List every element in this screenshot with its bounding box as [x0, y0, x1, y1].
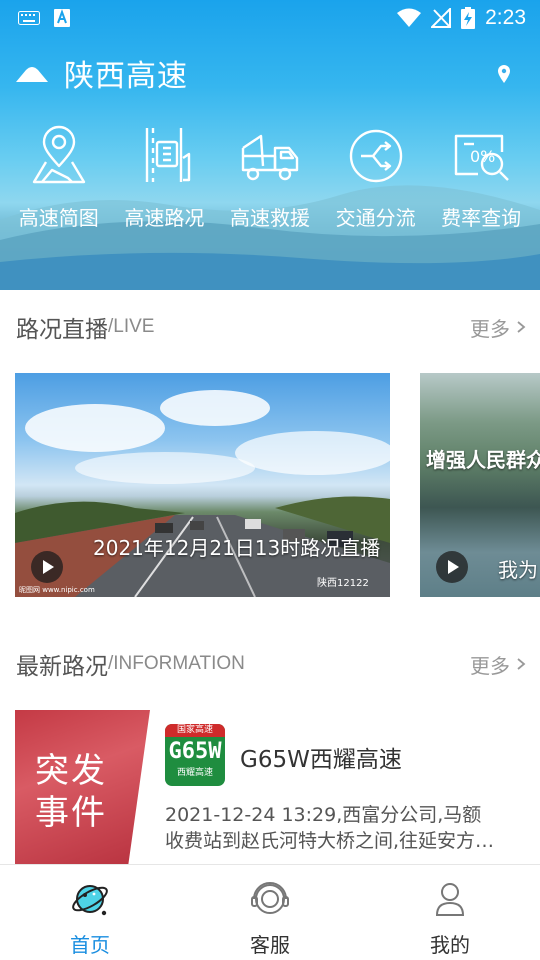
- chevron-right-icon: [517, 658, 526, 670]
- location-pin-icon[interactable]: [496, 64, 512, 84]
- app-title: 陕西高速: [64, 59, 188, 94]
- live-card-title: 2021年12月21日13时路况直播: [93, 536, 381, 560]
- chevron-right-icon: [517, 321, 526, 333]
- info-item-description: 2021-12-24 13:29,西富分公司,马额 收费站到赵氏河特大桥之间,往…: [165, 802, 530, 854]
- quick-action-highway-map[interactable]: 高速简图: [6, 122, 112, 231]
- battery-charging-icon: [461, 7, 476, 29]
- tab-home-label: 首页: [70, 933, 110, 957]
- tow-truck-icon: [241, 134, 299, 181]
- info-more-link[interactable]: 更多: [470, 650, 526, 679]
- info-section-title: 最新路况: [16, 654, 108, 680]
- tab-profile[interactable]: 我的: [360, 865, 540, 960]
- quick-action-label: 高速简图: [18, 206, 99, 230]
- title-bar: 陕西高速: [0, 50, 540, 96]
- incident-thumbnail: 突发事件: [15, 710, 150, 864]
- watermark-right: 陕西12122: [317, 578, 369, 589]
- text-a-icon: [54, 9, 70, 27]
- live-video-card[interactable]: 2021年12月21日13时路况直播 昵图网 www.nipic.com 陕西1…: [15, 373, 390, 597]
- wifi-icon: [397, 8, 422, 27]
- cloud-icon: [16, 67, 48, 82]
- quick-action-label: 交通分流: [335, 206, 416, 230]
- bottom-navigation: 首页 客服 我的: [0, 864, 540, 960]
- live-section-header: 路况直播 /LIVE 更多: [16, 310, 526, 344]
- info-section-subtitle: /INFORMATION: [108, 653, 245, 674]
- planet-icon: [72, 885, 108, 916]
- sign-top-text: 国家高速: [165, 724, 225, 737]
- quick-action-label: 高速救援: [229, 206, 310, 230]
- sign-bottom-text: 西耀高速: [176, 768, 213, 778]
- road-scene-image: [15, 390, 390, 597]
- live-video-card-2[interactable]: 增强人民群众 我为: [420, 373, 540, 597]
- status-bar: 2:23: [0, 0, 540, 36]
- tab-home[interactable]: 首页: [0, 865, 180, 960]
- live-more-label: 更多: [470, 316, 510, 341]
- live-card-2-title-bottom: 我为: [498, 558, 538, 582]
- live-section-subtitle: /LIVE: [108, 316, 155, 337]
- svg-text:0%: 0%: [470, 147, 495, 166]
- headset-icon: [251, 882, 289, 914]
- watermark-left: 昵图网 www.nipic.com: [19, 586, 95, 594]
- play-button[interactable]: [31, 551, 63, 583]
- quick-actions: 高速简图 高速路况 高速救援 交通分流 0% 费率查询: [0, 122, 540, 231]
- keyboard-icon: [18, 11, 40, 25]
- highway-sign: 国家高速 G65W 西耀高速: [165, 724, 225, 786]
- info-desc-line-2: 收费站到赵氏河特大桥之间,往延安方…: [165, 830, 495, 852]
- info-desc-line-1: 2021-12-24 13:29,西富分公司,马额: [165, 804, 482, 826]
- map-pin-icon: [32, 125, 85, 184]
- tab-service[interactable]: 客服: [180, 865, 360, 960]
- tab-profile-label: 我的: [430, 933, 470, 957]
- tab-service-label: 客服: [250, 933, 290, 957]
- quick-action-diversion[interactable]: 交通分流: [323, 122, 429, 231]
- live-more-link[interactable]: 更多: [470, 313, 526, 342]
- quick-action-rescue[interactable]: 高速救援: [217, 122, 323, 231]
- road-condition-icon: [146, 128, 191, 182]
- status-time: 2:23: [485, 6, 526, 29]
- info-section-header: 最新路况 /INFORMATION 更多: [16, 647, 526, 681]
- live-card-2-title-top: 增强人民群众: [426, 448, 540, 472]
- quick-action-rate-query[interactable]: 0% 费率查询: [428, 122, 534, 231]
- quick-action-label: 费率查询: [441, 206, 522, 230]
- quick-action-road-status[interactable]: 高速路况: [112, 122, 218, 231]
- diversion-icon: [349, 129, 402, 183]
- rate-query-icon: 0%: [454, 134, 510, 181]
- info-list-item[interactable]: 突发事件 国家高速 G65W 西耀高速 G65W西耀高速 2021-12-24 …: [15, 710, 540, 864]
- live-section-title: 路况直播: [16, 317, 108, 343]
- play-button[interactable]: [436, 551, 468, 583]
- info-item-title: G65W西耀高速: [240, 747, 402, 773]
- quick-action-label: 高速路况: [124, 206, 205, 230]
- thumbnail-text: 突发事件: [35, 751, 107, 833]
- no-signal-icon: [431, 8, 452, 28]
- user-icon: [435, 883, 465, 916]
- header-banner: 2:23 陕西高速 高速简图 高速路况 高速救援 交通分流 0% 费率查询: [0, 0, 540, 290]
- info-more-label: 更多: [470, 653, 510, 678]
- sign-code: G65W: [168, 739, 222, 764]
